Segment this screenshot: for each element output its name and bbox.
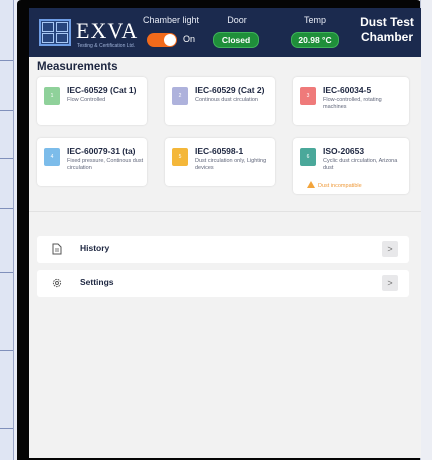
- chevron-right-icon[interactable]: >: [382, 241, 398, 257]
- measurement-card-3[interactable]: 3 IEC-60034-5 Flow-controlled, rotating …: [293, 77, 409, 125]
- card-description: Flow-controlled, rotating machines: [323, 97, 382, 110]
- card-title: IEC-60034-5: [323, 85, 372, 95]
- logo-subtitle: Testing & Certification Ltd.: [77, 43, 136, 49]
- measurement-card-4[interactable]: 4 IEC-60079-31 (ta) Fixed pressure, Cont…: [37, 138, 147, 186]
- exva-logo-icon: [39, 19, 71, 46]
- measurement-card-6[interactable]: 6 ISO-20653 Cyclic dust circulation, Ari…: [293, 138, 409, 194]
- title-line-1: Dust Test: [360, 15, 414, 29]
- measurement-card-2[interactable]: 2 IEC-60529 (Cat 2) Continous dust circu…: [165, 77, 275, 125]
- door-status-badge: Closed: [213, 32, 259, 48]
- settings-label: Settings: [80, 277, 114, 287]
- card-title: IEC-60529 (Cat 2): [195, 85, 265, 95]
- logo-text: EXVA: [76, 18, 139, 43]
- card-number-badge: 6: [300, 148, 316, 166]
- card-description: Continous dust circulation: [195, 97, 258, 103]
- left-panel-strip: [0, 0, 14, 460]
- temp-value-badge: 20.98 °C: [291, 32, 339, 48]
- temp-label: Temp: [303, 15, 326, 25]
- app-screen: EXVA Testing & Certification Ltd. Chambe…: [29, 8, 421, 458]
- chamber-light-toggle[interactable]: [147, 33, 177, 47]
- card-title: IEC-60529 (Cat 1): [67, 85, 137, 95]
- measurement-card-5[interactable]: 5 IEC-60598-1 Dust circulation only, Lig…: [165, 138, 275, 186]
- gear-icon: [52, 278, 62, 288]
- history-label: History: [80, 243, 110, 253]
- page-title: Dust Test Chamber: [356, 15, 418, 45]
- toggle-knob: [164, 34, 176, 46]
- warning-text: Dust incompatible: [318, 183, 362, 189]
- dust-warning: Dust incompatible: [307, 181, 362, 189]
- measurement-card-1[interactable]: 1 IEC-60529 (Cat 1) Flow Controlled: [37, 77, 147, 125]
- measurements-title: Measurements: [37, 61, 118, 73]
- settings-row[interactable]: Settings >: [37, 270, 409, 297]
- chamber-light-label: Chamber light: [142, 15, 200, 25]
- card-title: IEC-60079-31 (ta): [67, 146, 136, 156]
- right-panel-strip: [420, 0, 432, 460]
- chamber-light-state: On: [183, 34, 196, 44]
- door-label: Door: [227, 15, 247, 25]
- card-description: Dust circulation only, Lighting devices: [195, 158, 267, 171]
- document-icon: [52, 243, 62, 255]
- card-number-badge: 4: [44, 148, 60, 166]
- card-title: IEC-60598-1: [195, 146, 244, 156]
- card-number-badge: 3: [300, 87, 316, 105]
- history-row[interactable]: History >: [37, 236, 409, 263]
- title-line-2: Chamber: [360, 30, 413, 44]
- card-description: Fixed pressure, Continous dust circulati…: [67, 158, 144, 171]
- warning-icon: [307, 181, 315, 188]
- chevron-right-icon[interactable]: >: [382, 275, 398, 291]
- card-description: Cyclic dust circulation, Arizona dust: [323, 158, 398, 171]
- app-header: EXVA Testing & Certification Ltd. Chambe…: [29, 8, 421, 57]
- card-description: Flow Controlled: [67, 97, 106, 103]
- section-divider: [29, 211, 421, 212]
- card-number-badge: 1: [44, 87, 60, 105]
- card-title: ISO-20653: [323, 146, 365, 156]
- card-number-badge: 5: [172, 148, 188, 166]
- card-number-badge: 2: [172, 87, 188, 105]
